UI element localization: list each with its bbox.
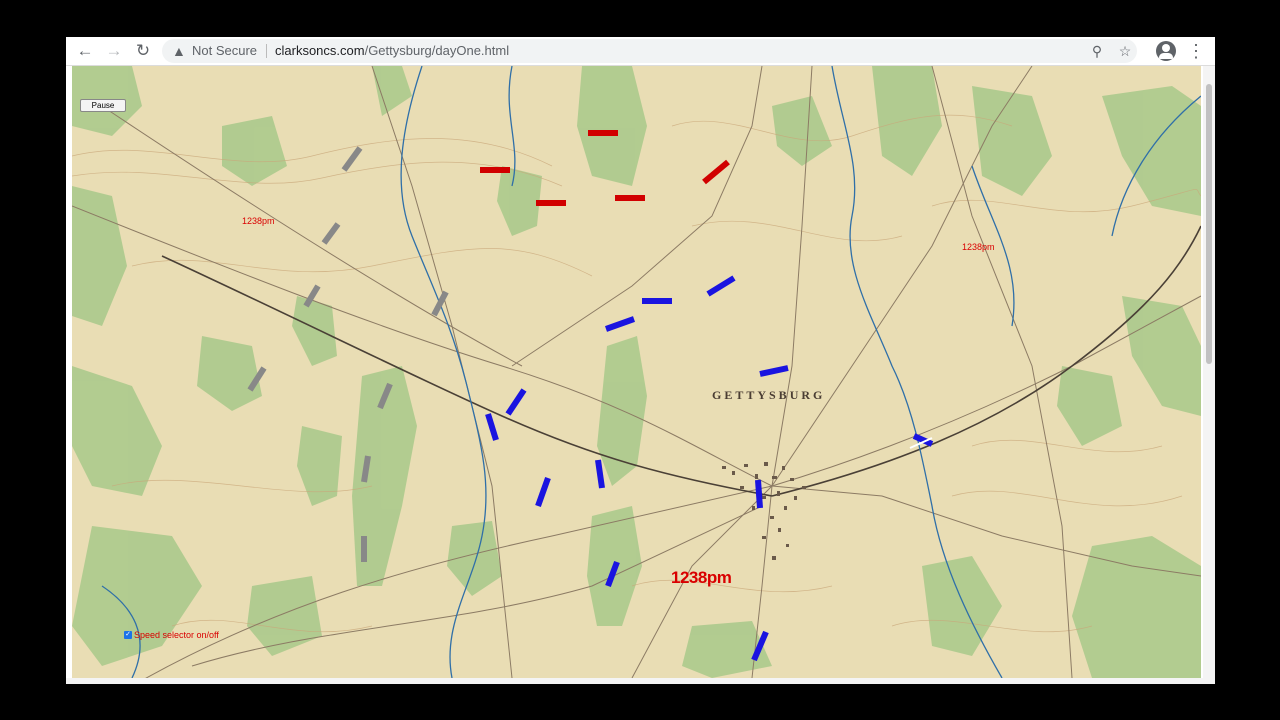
forward-arrow-icon[interactable]: → xyxy=(104,41,124,61)
three-dots-icon[interactable]: ⋮ xyxy=(1187,41,1205,61)
grey-unit xyxy=(431,290,449,317)
security-status[interactable]: Not Secure xyxy=(192,43,257,59)
other-units xyxy=(247,146,449,562)
address-separator xyxy=(266,44,267,58)
url-text[interactable]: clarksoncs.com/Gettysburg/dayOne.html xyxy=(275,43,509,59)
warning-triangle-icon[interactable]: ▲ xyxy=(172,43,188,59)
town-name: GETTYSBURG xyxy=(712,388,825,402)
account-icon[interactable] xyxy=(1156,41,1176,61)
time-label-east: 1238pm xyxy=(962,242,995,252)
speed-selector[interactable]: ✓ Speed selector on/off xyxy=(124,630,219,640)
reload-icon[interactable]: ↻ xyxy=(133,41,153,61)
time-label-main: 1238pm xyxy=(671,568,732,587)
vertical-scrollbar[interactable] xyxy=(1203,66,1215,684)
url-host: clarksoncs.com xyxy=(275,43,365,58)
browser-toolbar: ← → ↻ ▲ Not Secure clarksoncs.com/Gettys… xyxy=(66,37,1215,66)
page-viewport: GETTYSBURG Pause 1238pm 1238pm 1238pm ✓ … xyxy=(66,66,1215,684)
union-unit xyxy=(755,479,763,509)
woodland-layer xyxy=(72,66,1201,678)
pause-button[interactable]: Pause xyxy=(80,99,126,112)
union-unit xyxy=(706,275,736,297)
address-bar[interactable]: ▲ Not Secure clarksoncs.com/Gettysburg/d… xyxy=(162,39,1137,63)
map-canvas: GETTYSBURG xyxy=(72,66,1201,678)
speed-selector-label: Speed selector on/off xyxy=(134,630,219,640)
union-unit xyxy=(604,316,636,332)
town-blocks xyxy=(722,462,806,560)
union-unit xyxy=(485,413,499,441)
speed-selector-checkbox[interactable]: ✓ xyxy=(124,631,132,639)
grey-unit xyxy=(341,146,363,172)
star-icon[interactable]: ☆ xyxy=(1116,42,1134,60)
horizontal-scrollbar[interactable] xyxy=(66,678,1203,684)
confederate-unit xyxy=(702,159,730,185)
union-unit xyxy=(759,365,789,377)
scrollbar-thumb[interactable] xyxy=(1206,84,1212,364)
grey-unit xyxy=(321,222,341,245)
url-path: /Gettysburg/dayOne.html xyxy=(364,43,510,58)
magnifier-icon[interactable]: ⚲ xyxy=(1088,42,1106,60)
back-arrow-icon[interactable]: ← xyxy=(75,41,95,61)
time-label-west: 1238pm xyxy=(242,216,275,226)
union-unit xyxy=(505,388,527,416)
grey-unit xyxy=(361,455,371,483)
battle-map: GETTYSBURG Pause 1238pm 1238pm 1238pm ✓ … xyxy=(72,66,1201,678)
union-unit xyxy=(535,476,551,508)
browser-window: ← → ↻ ▲ Not Secure clarksoncs.com/Gettys… xyxy=(66,37,1215,684)
union-unit xyxy=(595,459,605,489)
